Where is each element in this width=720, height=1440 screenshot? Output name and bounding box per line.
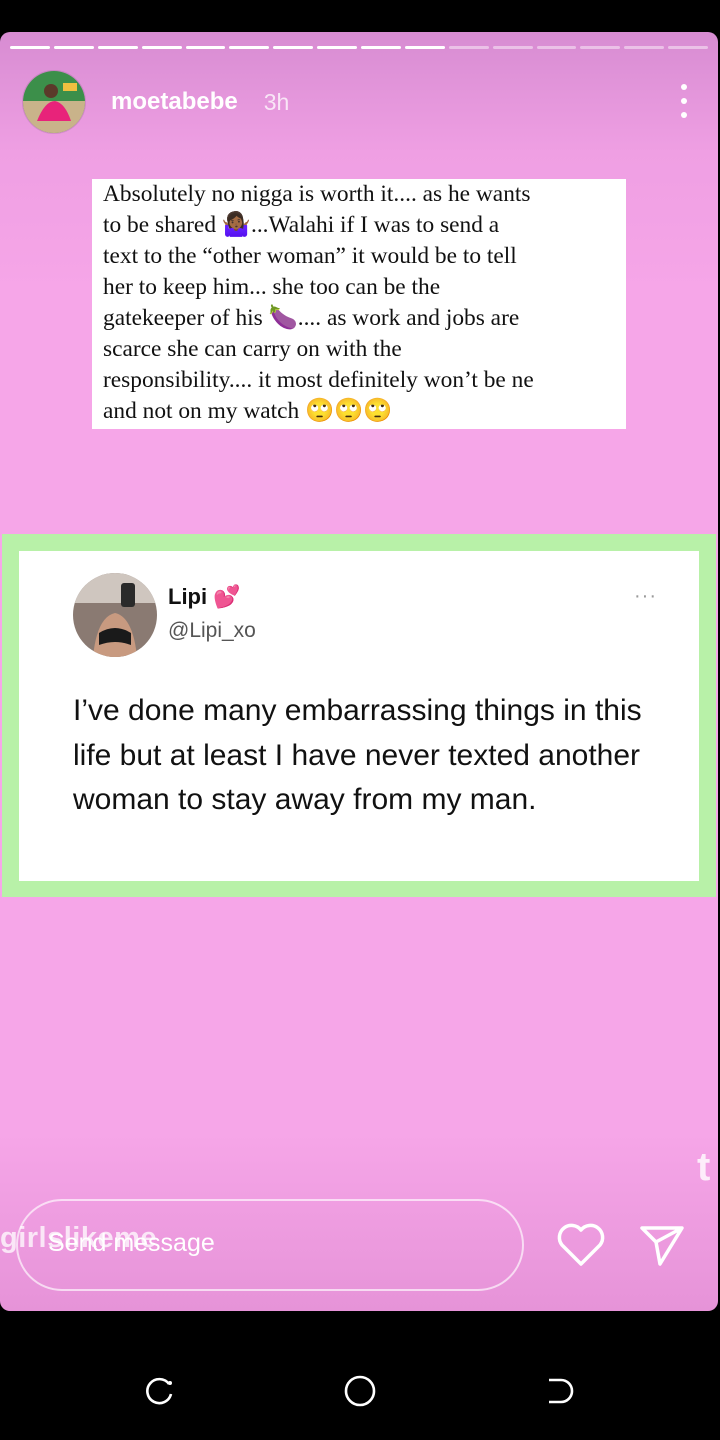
progress-segment xyxy=(97,46,138,49)
progress-segment xyxy=(624,46,665,49)
home-icon[interactable] xyxy=(343,1374,377,1408)
watermark-fragment: t xyxy=(697,1145,711,1189)
profile-avatar[interactable] xyxy=(22,70,86,134)
heart-icon[interactable] xyxy=(556,1222,606,1268)
story-caption: Absolutely no nigga is worth it.... as h… xyxy=(92,179,626,429)
progress-segment xyxy=(53,46,94,49)
story-progress-bar xyxy=(10,46,708,50)
progress-segment xyxy=(141,46,182,49)
progress-segment xyxy=(361,46,401,49)
progress-segment xyxy=(448,46,489,49)
tweet-author-name-text: Lipi xyxy=(168,584,208,609)
caption-line: gatekeeper of his 🍆.... as work and jobs… xyxy=(103,305,520,331)
progress-segment xyxy=(273,46,314,49)
caption-line: text to the “other woman” it would be to… xyxy=(103,243,517,269)
more-vertical-icon[interactable] xyxy=(678,84,690,118)
caption-line: Absolutely no nigga is worth it.... as h… xyxy=(103,181,531,207)
hearts-emoji-icon: 💕 xyxy=(213,584,241,609)
progress-segment xyxy=(229,46,270,49)
tweet-author-name: Lipi 💕 xyxy=(168,584,241,610)
tweet-card: Lipi 💕 @Lipi_xo ··· I’ve done many embar… xyxy=(19,551,699,881)
progress-segment xyxy=(536,46,577,49)
caption-line: and not on my watch 🙄🙄🙄 xyxy=(103,398,393,424)
story-username[interactable]: moetabebe xyxy=(111,88,238,116)
progress-segment xyxy=(317,46,357,49)
caption-line: scarce she can carry on with the xyxy=(103,336,402,362)
watermark-text: girlslikeme xyxy=(0,1222,158,1254)
tweet-author-avatar xyxy=(73,573,157,657)
progress-segment xyxy=(404,46,445,49)
android-navigation-bar xyxy=(0,1330,720,1440)
caption-line: responsibility.... it most definitely wo… xyxy=(103,367,534,393)
tweet-author-handle: @Lipi_xo xyxy=(168,619,256,642)
caption-line: to be shared 🤷🏾‍♀️...Walahi if I was to … xyxy=(103,212,500,238)
tweet-text: I’ve done many embarrassing things in th… xyxy=(73,694,642,816)
tweet-screenshot-frame: Lipi 💕 @Lipi_xo ··· I’ve done many embar… xyxy=(2,534,716,897)
tweet-more-icon: ··· xyxy=(634,585,657,607)
back-icon[interactable] xyxy=(543,1374,577,1408)
progress-segment xyxy=(668,46,708,49)
progress-segment xyxy=(185,46,226,49)
story-viewer[interactable]: moetabebe 3h Absolutely no nigga is wort… xyxy=(0,32,718,1311)
progress-segment xyxy=(10,46,50,49)
progress-segment xyxy=(492,46,533,49)
send-icon[interactable] xyxy=(638,1224,686,1268)
story-timestamp: 3h xyxy=(263,88,290,115)
progress-segment xyxy=(580,46,621,49)
story-header: moetabebe 3h xyxy=(22,70,696,134)
recent-apps-icon[interactable] xyxy=(143,1374,177,1408)
caption-line: her to keep him... she too can be the xyxy=(103,274,441,300)
